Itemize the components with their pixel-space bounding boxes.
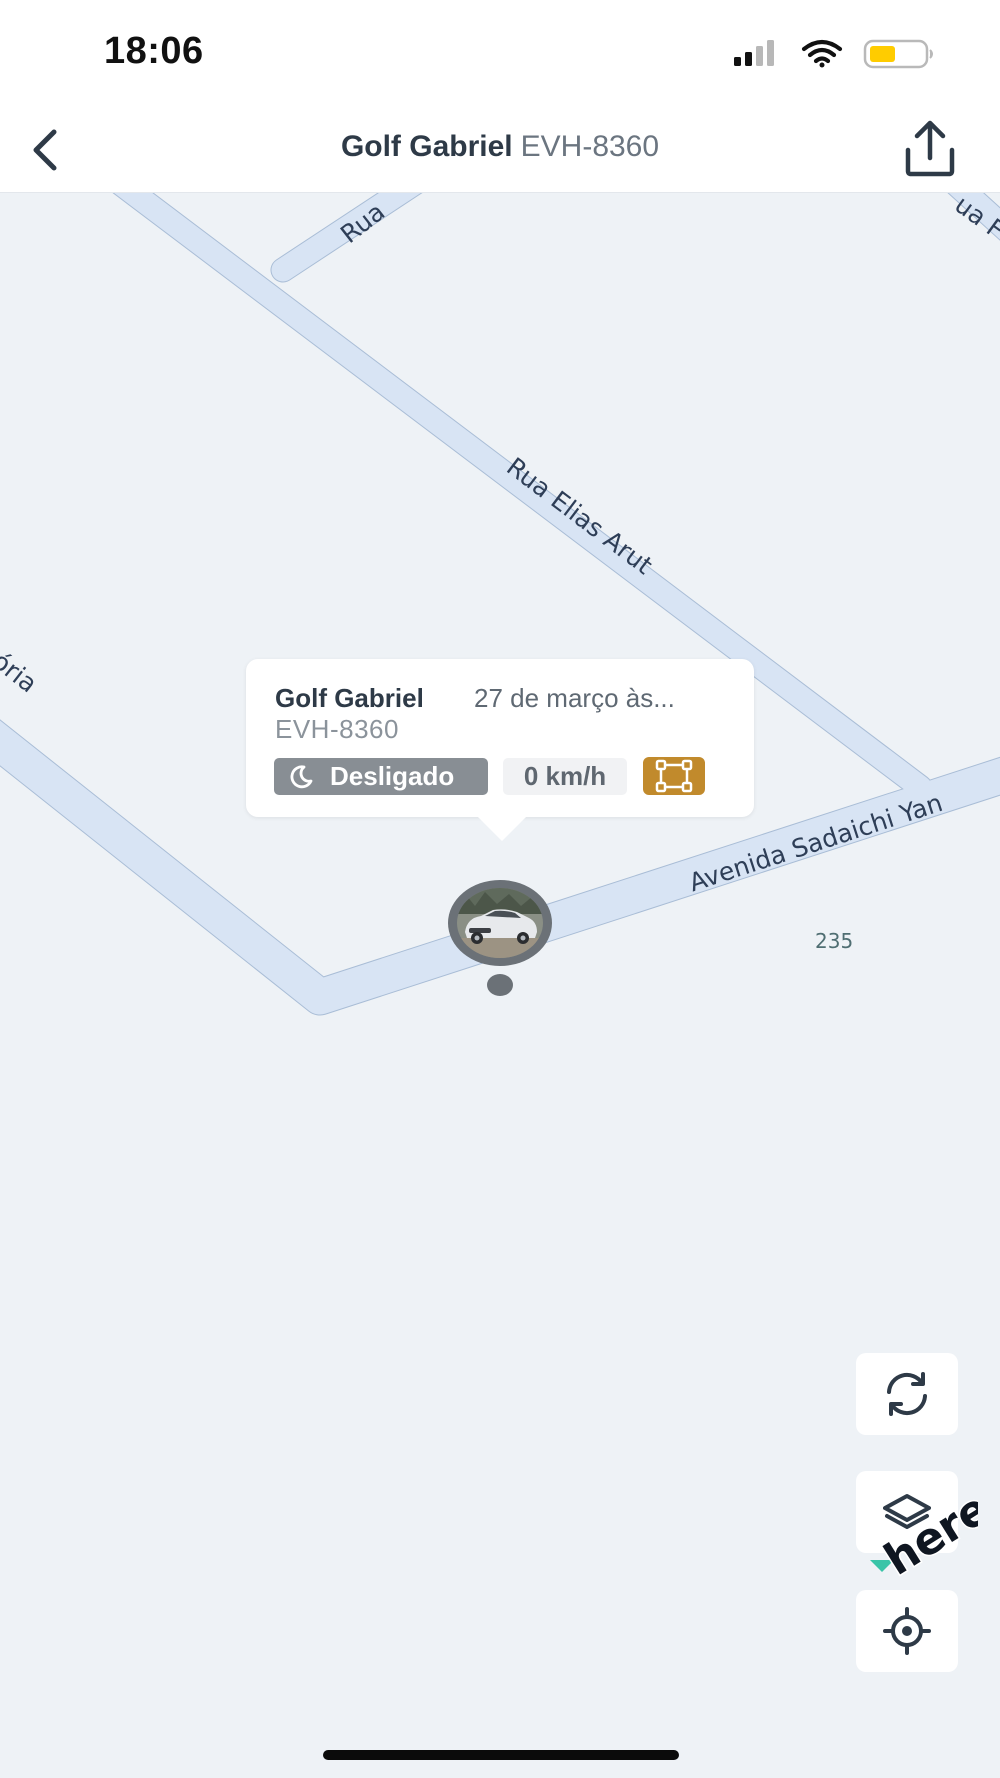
status-icons	[734, 39, 933, 69]
callout-plate: EVH-8360	[275, 714, 399, 744]
share-icon	[905, 120, 955, 177]
refresh-button[interactable]	[856, 1353, 958, 1435]
here-logo-text: here	[876, 1488, 978, 1578]
vehicle-callout[interactable]: Golf Gabriel 27 de março às... EVH-8360 …	[246, 659, 754, 817]
vehicle-marker[interactable]	[448, 880, 552, 966]
geofence-button[interactable]	[643, 757, 705, 795]
nav-bar: Golf Gabriel EVH-8360	[0, 108, 1000, 193]
battery-icon	[863, 39, 933, 69]
moon-icon	[290, 765, 313, 789]
map-view[interactable]: Rua ua F Rua Elias Arut Avenida Sadaichi…	[0, 193, 1000, 1778]
poi-number: 235	[815, 929, 854, 953]
status-badge: Desligado	[274, 758, 488, 795]
status-label: Desligado	[330, 761, 455, 791]
callout-vehicle-name: Golf Gabriel	[275, 683, 424, 713]
vehicle-location-dot	[487, 974, 513, 996]
speed-badge: 0 km/h	[503, 758, 627, 795]
status-time: 18:06	[104, 30, 204, 72]
callout-timestamp: 27 de março às...	[474, 683, 675, 713]
vehicle-plate: EVH-8360	[520, 130, 660, 163]
refresh-icon	[887, 1372, 927, 1416]
home-indicator[interactable]	[323, 1750, 679, 1760]
page-title: Golf Gabriel EVH-8360	[0, 130, 1000, 164]
geofence-icon	[655, 759, 693, 793]
wifi-icon	[801, 39, 843, 68]
share-button[interactable]	[898, 116, 962, 180]
cellular-signal-icon	[734, 40, 774, 66]
locate-icon	[883, 1607, 931, 1655]
callout-pointer	[478, 817, 526, 841]
vehicle-photo	[457, 888, 543, 958]
status-bar: 18:06	[0, 0, 1000, 108]
vehicle-name: Golf Gabriel	[340, 130, 513, 163]
here-logo: here	[868, 1481, 1000, 1587]
locate-button[interactable]	[856, 1590, 958, 1672]
